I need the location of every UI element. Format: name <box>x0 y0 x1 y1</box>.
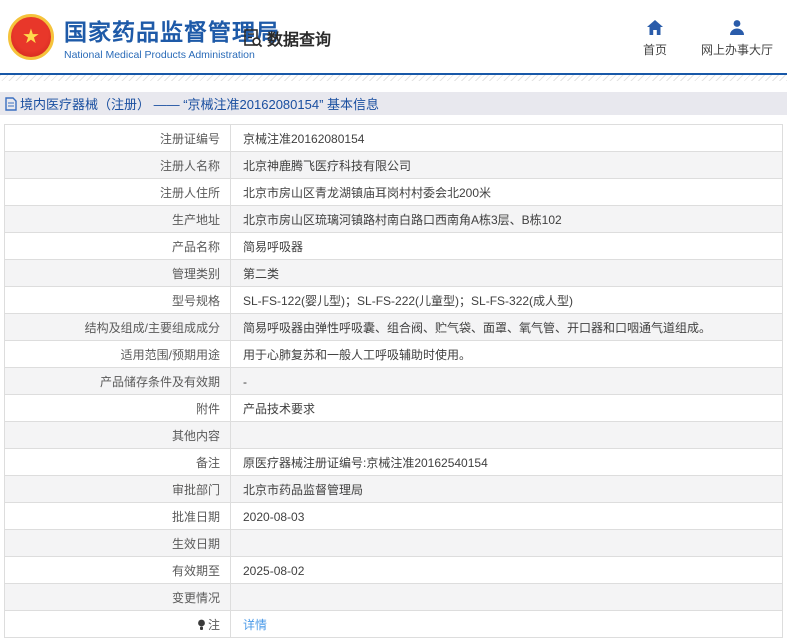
row-label: 适用范围/预期用途 <box>5 341 231 367</box>
row-label: 注册证编号 <box>5 125 231 151</box>
row-label-text: 注册人名称 <box>160 157 220 174</box>
page-title: 境内医疗器械（注册） —— “京械注准20162080154” 基本信息 <box>20 94 379 113</box>
table-row: 结构及组成/主要组成成分简易呼吸器由弹性呼吸囊、组合阀、贮气袋、面罩、氧气管、开… <box>5 314 782 341</box>
nav-online-hall[interactable]: 网上办事大厅 <box>701 18 773 58</box>
bulb-icon <box>197 619 206 631</box>
row-value: 第二类 <box>231 260 782 286</box>
table-row: 注 详情 <box>5 611 782 638</box>
row-label-text: 型号规格 <box>172 292 220 309</box>
table-row: 注册人住所北京市房山区青龙湖镇庙耳岗村村委会北200米 <box>5 179 782 206</box>
row-value <box>231 530 782 556</box>
table-row: 注册证编号京械注准20162080154 <box>5 125 782 152</box>
row-label-text: 附件 <box>196 400 220 417</box>
row-label-text: 注 <box>208 616 220 633</box>
table-row: 批准日期 2020-08-03 <box>5 503 782 530</box>
user-icon <box>728 18 746 36</box>
row-value: 2025-08-02 <box>231 557 782 583</box>
table-row: 生效日期 <box>5 530 782 557</box>
row-label: 变更情况 <box>5 584 231 610</box>
row-value: 简易呼吸器由弹性呼吸囊、组合阀、贮气袋、面罩、氧气管、开口器和口咽通气道组成。 <box>231 314 782 340</box>
row-value: 用于心肺复苏和一般人工呼吸辅助时使用。 <box>231 341 782 367</box>
row-label: 注册人住所 <box>5 179 231 205</box>
row-value: 北京神鹿腾飞医疗科技有限公司 <box>231 152 782 178</box>
row-label: 注 <box>5 611 231 637</box>
site-logo[interactable]: ★ 国家药品监督管理局 National Medical Products Ad… <box>8 13 280 61</box>
nav-home-label: 首页 <box>643 41 667 58</box>
details-link[interactable]: 详情 <box>243 616 267 633</box>
row-label-text: 结构及组成/主要组成成分 <box>85 319 220 336</box>
row-value: - <box>231 368 782 394</box>
row-label-text: 其他内容 <box>172 427 220 444</box>
table-row: 管理类别第二类 <box>5 260 782 287</box>
row-value: 详情 <box>231 611 782 637</box>
table-row: 备注原医疗器械注册证编号:京械注准20162540154 <box>5 449 782 476</box>
table-row: 注册人名称北京神鹿腾飞医疗科技有限公司 <box>5 152 782 179</box>
row-label: 附件 <box>5 395 231 421</box>
row-label-text: 适用范围/预期用途 <box>121 346 220 363</box>
page-title-bar: 境内医疗器械（注册） —— “京械注准20162080154” 基本信息 <box>0 92 787 115</box>
row-label-text: 产品储存条件及有效期 <box>100 373 220 390</box>
row-label: 批准日期 <box>5 503 231 529</box>
table-row: 附件产品技术要求 <box>5 395 782 422</box>
table-row: 产品名称简易呼吸器 <box>5 233 782 260</box>
row-label: 生产地址 <box>5 206 231 232</box>
row-value: 2020-08-03 <box>231 503 782 529</box>
page-icon <box>5 97 17 111</box>
row-value: 京械注准20162080154 <box>231 125 782 151</box>
nav-online-hall-label: 网上办事大厅 <box>701 41 773 58</box>
row-label: 有效期至 <box>5 557 231 583</box>
table-row: 审批部门北京市药品监督管理局 <box>5 476 782 503</box>
row-label-text: 注册证编号 <box>160 130 220 147</box>
row-value: 北京市药品监督管理局 <box>231 476 782 502</box>
row-label: 其他内容 <box>5 422 231 448</box>
data-query-label: 数据查询 <box>267 26 331 50</box>
row-label: 结构及组成/主要组成成分 <box>5 314 231 340</box>
row-label: 产品储存条件及有效期 <box>5 368 231 394</box>
row-label-text: 管理类别 <box>172 265 220 282</box>
row-value: 北京市房山区琉璃河镇路村南白路口西南角A栋3层、B栋102 <box>231 206 782 232</box>
row-value: 简易呼吸器 <box>231 233 782 259</box>
row-label-text: 变更情况 <box>172 589 220 606</box>
site-subtitle: National Medical Products Administration <box>64 49 280 61</box>
top-navigation: 首页 网上办事大厅 <box>643 18 773 58</box>
row-label-text: 审批部门 <box>172 481 220 498</box>
table-row: 有效期至 2025-08-02 <box>5 557 782 584</box>
row-label-text: 注册人住所 <box>160 184 220 201</box>
registration-info-table: 注册证编号京械注准20162080154注册人名称北京神鹿腾飞医疗科技有限公司注… <box>4 124 783 638</box>
hatch-divider <box>0 75 787 81</box>
row-label-text: 生效日期 <box>172 535 220 552</box>
home-icon <box>646 18 664 36</box>
row-label-text: 生产地址 <box>172 211 220 228</box>
table-row: 变更情况 <box>5 584 782 611</box>
row-value: SL-FS-122(婴儿型)；SL-FS-222(儿童型)；SL-FS-322(… <box>231 287 782 313</box>
document-search-icon <box>243 28 263 48</box>
row-label: 生效日期 <box>5 530 231 556</box>
row-value <box>231 422 782 448</box>
site-header: ★ 国家药品监督管理局 National Medical Products Ad… <box>0 0 787 73</box>
row-label: 备注 <box>5 449 231 475</box>
nav-home[interactable]: 首页 <box>643 18 667 58</box>
national-emblem-icon: ★ <box>8 14 54 60</box>
row-value: 原医疗器械注册证编号:京械注准20162540154 <box>231 449 782 475</box>
row-value: 产品技术要求 <box>231 395 782 421</box>
row-label-text: 有效期至 <box>172 562 220 579</box>
row-label-text: 备注 <box>196 454 220 471</box>
row-label-text: 产品名称 <box>172 238 220 255</box>
table-row: 产品储存条件及有效期- <box>5 368 782 395</box>
row-value <box>231 584 782 610</box>
row-label: 注册人名称 <box>5 152 231 178</box>
row-value: 北京市房山区青龙湖镇庙耳岗村村委会北200米 <box>231 179 782 205</box>
data-query-section[interactable]: 数据查询 <box>243 26 331 50</box>
row-label: 产品名称 <box>5 233 231 259</box>
table-row: 其他内容 <box>5 422 782 449</box>
row-label: 型号规格 <box>5 287 231 313</box>
row-label-text: 批准日期 <box>172 508 220 525</box>
table-row: 型号规格 SL-FS-122(婴儿型)；SL-FS-222(儿童型)；SL-FS-… <box>5 287 782 314</box>
table-row: 适用范围/预期用途用于心肺复苏和一般人工呼吸辅助时使用。 <box>5 341 782 368</box>
table-row: 生产地址北京市房山区琉璃河镇路村南白路口西南角A栋3层、B栋102 <box>5 206 782 233</box>
row-label: 审批部门 <box>5 476 231 502</box>
row-label: 管理类别 <box>5 260 231 286</box>
